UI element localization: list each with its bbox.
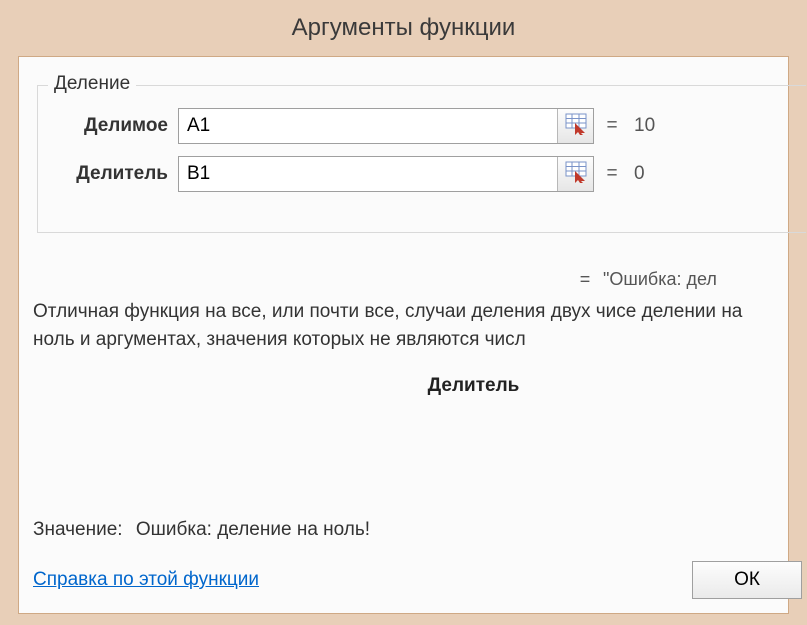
group-legend: Деление xyxy=(48,73,136,95)
arg-label-divisor: Делитель xyxy=(50,163,178,185)
arg-result-dividend: 10 xyxy=(630,115,655,137)
current-arg-name: Делитель xyxy=(19,375,788,397)
function-description: Отличная функция на все, или почти все, … xyxy=(33,298,788,353)
range-select-button-dividend[interactable] xyxy=(557,109,593,143)
help-link[interactable]: Справка по этой функции xyxy=(33,569,259,591)
arg-input-divisor[interactable] xyxy=(179,157,557,191)
value-line: Значение: Ошибка: деление на ноль! xyxy=(33,519,788,541)
arg-row-dividend: Делимое = xyxy=(50,108,806,144)
formula-preview-result: "Ошибка: дел xyxy=(603,269,717,290)
args-groupbox: Деление Делимое xyxy=(37,85,806,233)
ok-button[interactable]: ОК xyxy=(692,561,802,599)
range-select-icon xyxy=(565,161,587,188)
eq-sign: = xyxy=(567,269,603,290)
dialog-title: Аргументы функции xyxy=(0,0,807,56)
arg-input-wrap-divisor xyxy=(178,156,594,192)
range-select-button-divisor[interactable] xyxy=(557,157,593,191)
arg-row-divisor: Делитель = xyxy=(50,156,806,192)
dialog-body: Деление Делимое xyxy=(18,56,789,614)
formula-result-line: = "Ошибка: дел xyxy=(19,269,788,290)
arg-result-divisor: 0 xyxy=(630,163,645,185)
eq-sign: = xyxy=(594,115,630,137)
arg-label-dividend: Делимое xyxy=(50,115,178,137)
dialog-bottom: Значение: Ошибка: деление на ноль! Справ… xyxy=(33,519,788,599)
value-label: Значение: xyxy=(33,519,123,540)
arg-input-dividend[interactable] xyxy=(179,109,557,143)
eq-sign: = xyxy=(594,163,630,185)
value-text: Ошибка: деление на ноль! xyxy=(136,519,370,540)
range-select-icon xyxy=(565,113,587,140)
arg-input-wrap-dividend xyxy=(178,108,594,144)
